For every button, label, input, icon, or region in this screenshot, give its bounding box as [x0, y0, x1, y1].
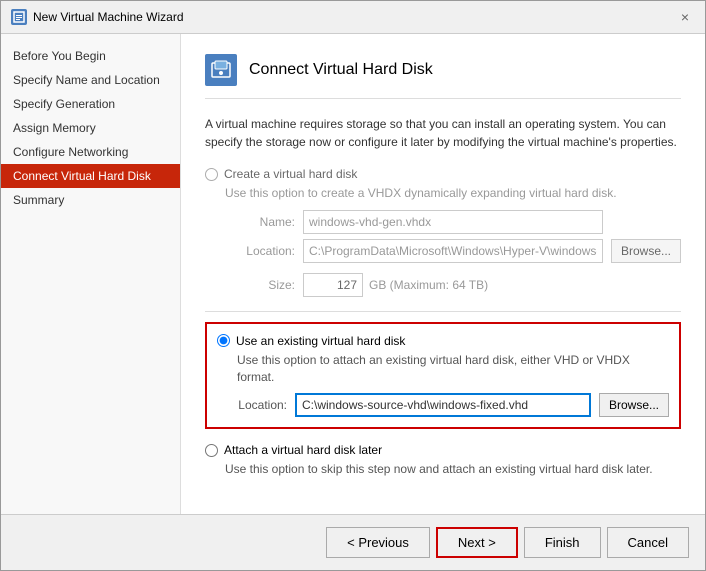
size-label: Size: — [225, 278, 295, 292]
main-description: A virtual machine requires storage so th… — [205, 115, 681, 151]
attach-later-label: Attach a virtual hard disk later — [224, 443, 382, 457]
finish-button[interactable]: Finish — [524, 527, 601, 558]
name-input[interactable] — [303, 210, 603, 234]
create-vhd-fields: Name: Location: Browse... — [225, 210, 681, 263]
sidebar: Before You Begin Specify Name and Locati… — [1, 34, 181, 514]
existing-location-input[interactable] — [295, 393, 591, 417]
sidebar-item-specify-name[interactable]: Specify Name and Location — [1, 68, 180, 92]
main-header-title: Connect Virtual Hard Disk — [249, 61, 433, 79]
attach-later-radio[interactable] — [205, 444, 218, 457]
previous-button[interactable]: < Previous — [326, 527, 430, 558]
main-panel: Connect Virtual Hard Disk A virtual mach… — [181, 34, 705, 514]
name-label: Name: — [225, 215, 295, 229]
close-button[interactable]: × — [675, 7, 695, 27]
titlebar-left: New Virtual Machine Wizard — [11, 9, 184, 25]
sidebar-item-connect-vhd[interactable]: Connect Virtual Hard Disk — [1, 164, 180, 188]
sidebar-item-before-you-begin[interactable]: Before You Begin — [1, 44, 180, 68]
size-input[interactable] — [303, 273, 363, 297]
main-header: Connect Virtual Hard Disk — [205, 54, 681, 99]
window-icon — [11, 9, 27, 25]
create-vhd-desc: Use this option to create a VHDX dynamic… — [225, 185, 681, 202]
create-vhd-radio-label[interactable]: Create a virtual hard disk — [205, 167, 681, 181]
location-label: Location: — [225, 244, 295, 258]
attach-later-desc: Use this option to skip this step now an… — [225, 461, 681, 478]
create-vhd-label: Create a virtual hard disk — [224, 167, 357, 181]
sidebar-item-configure-networking[interactable]: Configure Networking — [1, 140, 180, 164]
content-area: Before You Begin Specify Name and Locati… — [1, 34, 705, 514]
create-vhd-section: Create a virtual hard disk Use this opti… — [205, 167, 681, 297]
use-existing-radio-label[interactable]: Use an existing virtual hard disk — [217, 334, 669, 348]
location-input[interactable] — [303, 239, 603, 263]
cancel-button[interactable]: Cancel — [607, 527, 689, 558]
sidebar-item-specify-generation[interactable]: Specify Generation — [1, 92, 180, 116]
existing-browse-button[interactable]: Browse... — [599, 393, 669, 417]
use-existing-label: Use an existing virtual hard disk — [236, 334, 405, 348]
attach-later-section: Attach a virtual hard disk later Use thi… — [205, 443, 681, 478]
existing-location-label: Location: — [217, 398, 287, 412]
titlebar: New Virtual Machine Wizard × — [1, 1, 705, 34]
main-header-icon — [205, 54, 237, 86]
location-browse-button[interactable]: Browse... — [611, 239, 681, 263]
size-row: Size: GB (Maximum: 64 TB) — [225, 273, 681, 297]
attach-later-radio-label[interactable]: Attach a virtual hard disk later — [205, 443, 681, 457]
wizard-window: New Virtual Machine Wizard × Before You … — [0, 0, 706, 571]
size-input-wrap: GB (Maximum: 64 TB) — [303, 273, 603, 297]
sidebar-item-assign-memory[interactable]: Assign Memory — [1, 116, 180, 140]
sidebar-item-summary[interactable]: Summary — [1, 188, 180, 212]
footer: < Previous Next > Finish Cancel — [1, 514, 705, 570]
use-existing-vhd-section: Use an existing virtual hard disk Use th… — [205, 322, 681, 430]
next-button[interactable]: Next > — [436, 527, 518, 558]
size-unit: GB (Maximum: 64 TB) — [369, 278, 488, 292]
existing-location-row: Location: Browse... — [217, 393, 669, 417]
use-existing-radio[interactable] — [217, 334, 230, 347]
create-vhd-radio[interactable] — [205, 168, 218, 181]
use-existing-desc: Use this option to attach an existing vi… — [237, 352, 669, 386]
separator — [205, 311, 681, 312]
window-title: New Virtual Machine Wizard — [33, 10, 184, 24]
